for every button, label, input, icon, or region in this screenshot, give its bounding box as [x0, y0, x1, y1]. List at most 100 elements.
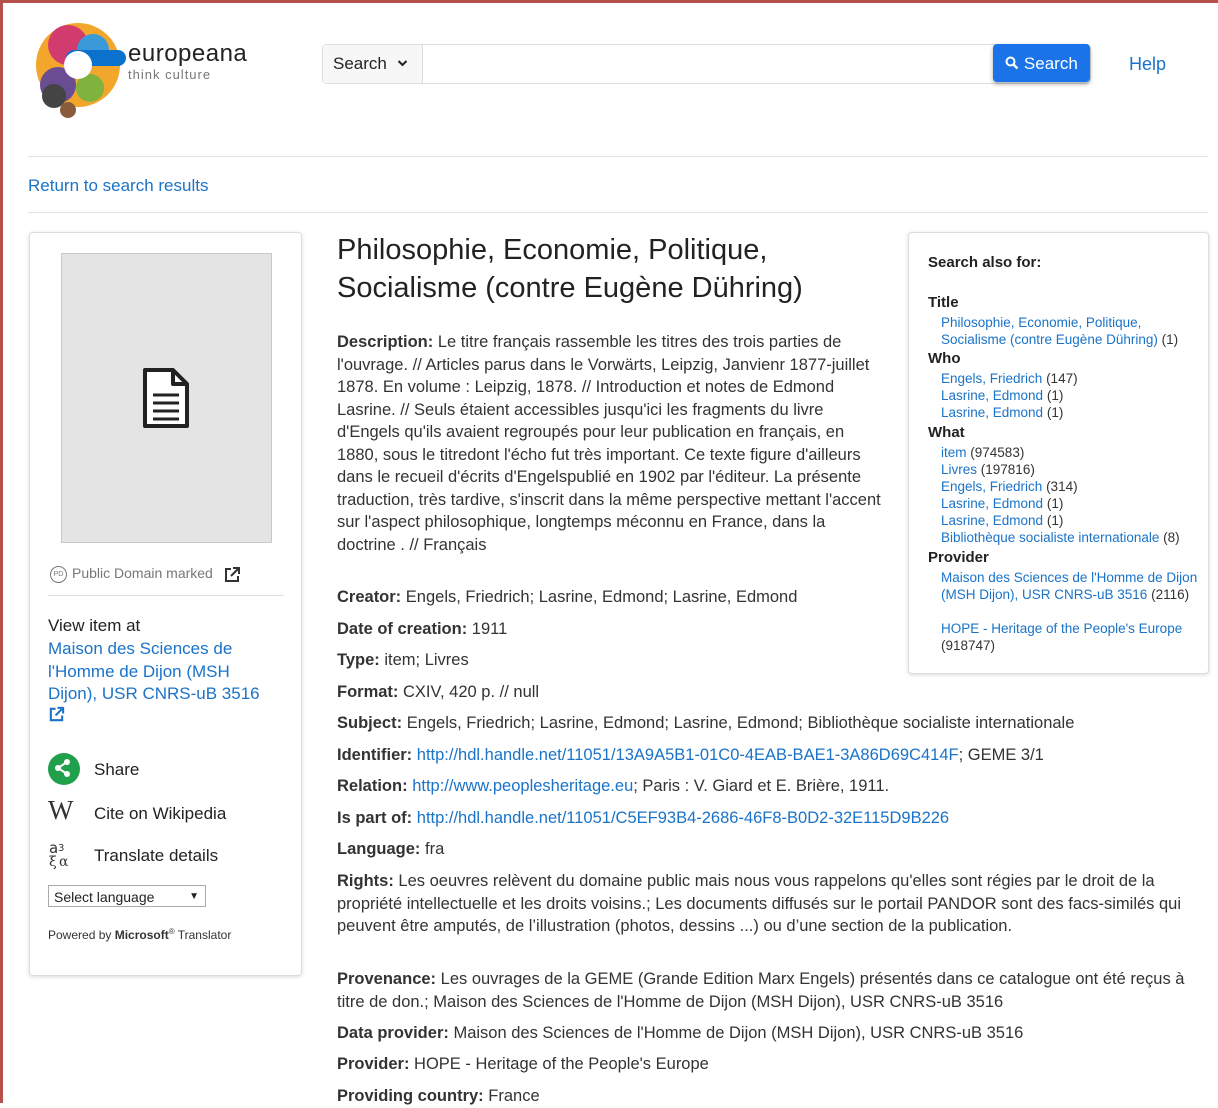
- field-label: Providing country:: [337, 1087, 484, 1105]
- license-label[interactable]: PD Public Domain marked: [50, 565, 213, 583]
- search-also-section-title: Title: [928, 294, 959, 311]
- wikipedia-icon: W: [48, 795, 74, 825]
- search-also-link[interactable]: Lasrine, Edmond: [941, 496, 1043, 511]
- search-also-item: Bibliothèque socialiste internationale (…: [941, 529, 1199, 546]
- identifier-link[interactable]: http://hdl.handle.net/11051/13A9A5B1-01C…: [417, 746, 959, 764]
- relation-link[interactable]: http://www.peoplesheritage.eu: [412, 777, 633, 795]
- search-also-link[interactable]: Bibliothèque socialiste internationale: [941, 530, 1159, 545]
- field-label: Date of creation:: [337, 620, 468, 638]
- chevron-down-icon: [397, 45, 408, 98]
- search-also-count: (1): [1046, 496, 1064, 511]
- search-also-heading: Search also for:: [928, 254, 1042, 271]
- search-also-item: Engels, Friedrich (147): [941, 370, 1199, 387]
- field-label: Identifier:: [337, 746, 413, 764]
- search-icon: [1005, 54, 1024, 73]
- search-also-section-who: Who: [928, 350, 961, 367]
- translate-icon: a3ξα: [48, 839, 80, 871]
- search-also-count: (1): [1046, 405, 1064, 420]
- svg-text:α: α: [59, 854, 69, 869]
- breadcrumb-row: Return to search results: [28, 156, 1208, 213]
- search-also-count: (8): [1163, 530, 1180, 545]
- svg-text:ξ: ξ: [49, 854, 57, 869]
- language-select-value: Select language: [54, 889, 155, 905]
- search-also-item: Lasrine, Edmond (1): [941, 495, 1199, 512]
- field-value: fra: [425, 840, 445, 858]
- field-label: Data provider:: [337, 1024, 449, 1042]
- help-link[interactable]: Help: [1129, 54, 1166, 75]
- item-sidebar: PD Public Domain marked View item at Mais…: [29, 232, 302, 976]
- field-value: France: [488, 1087, 540, 1105]
- search-type-dropdown[interactable]: Search: [323, 45, 423, 83]
- search-also-link[interactable]: Engels, Friedrich: [941, 371, 1042, 386]
- return-to-search-link[interactable]: Return to search results: [28, 176, 208, 196]
- search-also-link[interactable]: Lasrine, Edmond: [941, 513, 1043, 528]
- search-button[interactable]: Search: [993, 44, 1090, 82]
- europeana-logo[interactable]: europeana think culture: [28, 10, 258, 130]
- search-also-link[interactable]: Engels, Friedrich: [941, 479, 1042, 494]
- window-frame-top: [0, 0, 1218, 3]
- field-is-part-of: Is part of: http://hdl.handle.net/11051/…: [337, 807, 1207, 830]
- field-label: Language:: [337, 840, 421, 858]
- search-also-link[interactable]: Lasrine, Edmond: [941, 388, 1043, 403]
- translator-text: Translator: [177, 928, 232, 942]
- translate-label: Translate details: [94, 846, 219, 865]
- field-value: Le titre français rassemble les titres d…: [337, 333, 881, 554]
- field-value: CXIV, 420 p. // null: [403, 683, 540, 701]
- license-text: Public Domain marked: [72, 565, 213, 581]
- field-language: Language: fra: [337, 838, 1207, 861]
- field-label: Subject:: [337, 714, 403, 732]
- search-also-count: (918747): [941, 638, 996, 653]
- search-also-link[interactable]: Lasrine, Edmond: [941, 405, 1043, 420]
- header: europeana think culture Search Search He…: [28, 10, 1208, 157]
- powered-by-text: Powered by: [48, 928, 112, 942]
- field-label: Description:: [337, 333, 434, 351]
- field-value: HOPE - Heritage of the People's Europe: [414, 1055, 709, 1073]
- search-also-item: Maison des Sciences de l'Homme de Dijon …: [941, 569, 1199, 603]
- search-also-item: Philosophie, Economie, Politique, Social…: [941, 314, 1199, 348]
- search-also-count: (974583): [970, 445, 1025, 460]
- field-description: Description: Le titre français rassemble…: [337, 331, 882, 556]
- search-input[interactable]: [424, 45, 992, 83]
- search-button-label: Search: [1023, 54, 1078, 73]
- search-also-count: (2116): [1151, 587, 1190, 602]
- field-label: Provider:: [337, 1055, 410, 1073]
- field-label: Is part of:: [337, 809, 413, 827]
- external-link-icon[interactable]: [223, 566, 241, 589]
- svg-text:3: 3: [58, 843, 64, 854]
- search-also-item: HOPE - Heritage of the People's Europe (…: [941, 620, 1199, 654]
- search-also-item: Lasrine, Edmond (1): [941, 404, 1199, 421]
- search-bar: Search Search: [322, 44, 1091, 84]
- field-provenance: Provenance: Les ouvrages de la GEME (Gra…: [337, 968, 1207, 1013]
- field-label: Creator:: [337, 588, 402, 606]
- search-also-count: (1): [1046, 513, 1064, 528]
- search-also-link[interactable]: HOPE - Heritage of the People's Europe: [941, 621, 1182, 636]
- search-also-link[interactable]: Livres: [941, 462, 977, 477]
- external-link-icon[interactable]: [48, 706, 65, 726]
- language-select[interactable]: Select language ▼: [48, 885, 206, 907]
- search-also-item: Lasrine, Edmond (1): [941, 512, 1199, 529]
- window-frame-left: [0, 0, 3, 1103]
- public-domain-icon: PD: [50, 565, 67, 583]
- search-also-link[interactable]: item: [941, 445, 967, 460]
- dropdown-caret-icon: ▼: [189, 891, 199, 902]
- powered-by-translator: Powered by Microsoft® Translator: [48, 927, 232, 942]
- microsoft-text: Microsoft: [114, 928, 169, 942]
- sidebar-divider: [48, 595, 284, 596]
- search-also-item: Livres (197816): [941, 461, 1199, 478]
- is-part-of-link[interactable]: http://hdl.handle.net/11051/C5EF93B4-268…: [417, 809, 949, 827]
- field-label: Type:: [337, 651, 380, 669]
- search-also-section-what: What: [928, 424, 965, 441]
- field-value: item; Livres: [384, 651, 469, 669]
- search-also-item: item (974583): [941, 444, 1199, 461]
- item-title: Philosophie, Economie, Politique, Social…: [337, 234, 803, 304]
- field-value: 1911: [471, 620, 508, 638]
- provider-link[interactable]: Maison des Sciences de l'Homme de Dijon …: [48, 639, 260, 703]
- field-providing-country: Providing country: France: [337, 1085, 1207, 1108]
- field-value: ; Paris : V. Giard et E. Brière, 1911.: [633, 777, 890, 795]
- view-item-at-label: View item at: [48, 616, 141, 635]
- item-thumbnail[interactable]: [61, 253, 272, 543]
- field-identifier: Identifier: http://hdl.handle.net/11051/…: [337, 744, 1207, 767]
- search-also-panel: Search also for: Title Philosophie, Econ…: [908, 232, 1209, 674]
- search-also-link[interactable]: Philosophie, Economie, Politique, Social…: [941, 315, 1158, 347]
- field-value: ; GEME 3/1: [958, 746, 1044, 764]
